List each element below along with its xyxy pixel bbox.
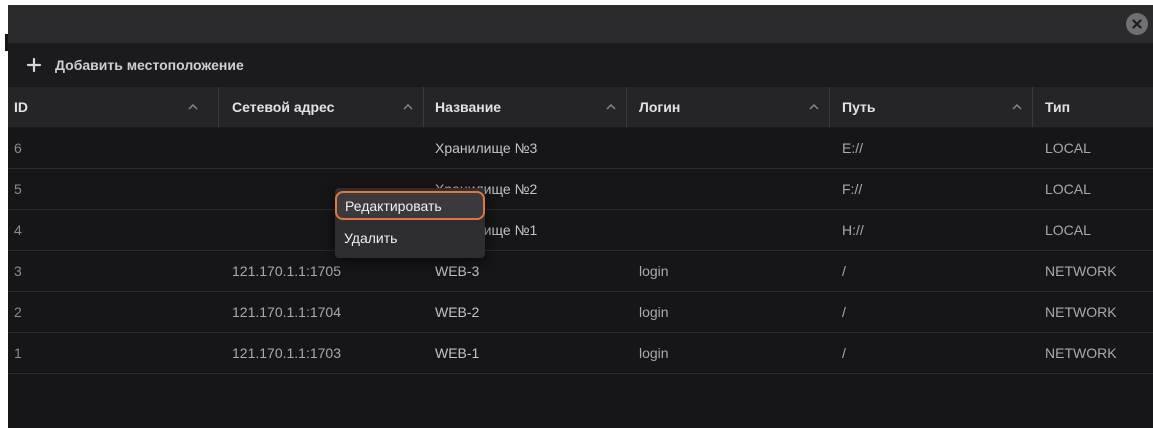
close-button[interactable] — [1126, 13, 1148, 35]
cell-name: Хранилище №3 — [435, 140, 538, 156]
cell-address: 121.170.1.1:1705 — [232, 263, 341, 279]
cell-address: 121.170.1.1:1703 — [232, 345, 341, 361]
column-header-address[interactable]: Сетевой адрес — [219, 87, 423, 127]
column-header-login[interactable]: Логин — [627, 87, 829, 127]
table-row[interactable]: 2 121.170.1.1:1704 WEB-2 login / NETWORK — [8, 292, 1153, 333]
add-location-label: Добавить местоположение — [55, 57, 244, 73]
cell-id: 3 — [14, 263, 22, 279]
cell-login: login — [639, 263, 669, 279]
locations-table: ID Сетевой адрес Название Логин Путь Тип… — [8, 87, 1153, 374]
table-row[interactable]: 3 121.170.1.1:1705 WEB-3 login / NETWORK — [8, 251, 1153, 292]
column-header-label: Тип — [1045, 99, 1071, 115]
cell-type: NETWORK — [1045, 263, 1117, 279]
plus-icon — [26, 57, 42, 73]
locations-dialog: Добавить местоположение ID Сетевой адрес… — [8, 5, 1153, 428]
table-row[interactable]: 6 Хранилище №3 E:// LOCAL — [8, 128, 1153, 169]
table-row[interactable]: 1 121.170.1.1:1703 WEB-1 login / NETWORK — [8, 333, 1153, 374]
close-icon — [1132, 19, 1142, 29]
column-header-type[interactable]: Тип — [1033, 87, 1153, 127]
cell-path: / — [842, 263, 846, 279]
chevron-up-icon — [809, 104, 819, 110]
cell-id: 2 — [14, 304, 22, 320]
cell-path: H:// — [842, 222, 864, 238]
cell-path: F:// — [842, 181, 863, 197]
menu-item-delete[interactable]: Удалить — [335, 223, 485, 253]
add-location-button[interactable]: Добавить местоположение — [26, 43, 244, 87]
cell-login: login — [639, 304, 669, 320]
toolbar: Добавить местоположение — [8, 43, 1153, 87]
cell-path: E:// — [842, 140, 864, 156]
cell-id: 4 — [14, 222, 22, 238]
cell-login: login — [639, 345, 669, 361]
cell-id: 5 — [14, 181, 22, 197]
chevron-up-icon — [403, 104, 413, 110]
cell-type: LOCAL — [1045, 140, 1091, 156]
menu-item-edit[interactable]: Редактировать — [335, 191, 485, 220]
chevron-up-icon — [1012, 104, 1022, 110]
chevron-up-icon — [188, 104, 198, 110]
cell-path: / — [842, 304, 846, 320]
column-header-label: Путь — [842, 99, 876, 115]
cell-name: WEB-2 — [435, 304, 480, 320]
table-row[interactable]: 4 Хранилище №1 H:// LOCAL — [8, 210, 1153, 251]
column-header-label: ID — [14, 99, 28, 115]
cell-type: LOCAL — [1045, 181, 1091, 197]
cell-name: WEB-1 — [435, 345, 480, 361]
column-header-name[interactable]: Название — [424, 87, 626, 127]
column-header-label: Логин — [639, 99, 681, 115]
table-header: ID Сетевой адрес Название Логин Путь Тип — [8, 87, 1153, 128]
cell-id: 1 — [14, 345, 22, 361]
cell-path: / — [842, 345, 846, 361]
column-header-path[interactable]: Путь — [830, 87, 1032, 127]
dialog-titlebar — [8, 5, 1153, 43]
cell-type: NETWORK — [1045, 304, 1117, 320]
column-header-id[interactable]: ID — [8, 87, 218, 127]
cell-type: NETWORK — [1045, 345, 1117, 361]
column-header-label: Название — [435, 99, 502, 115]
cell-type: LOCAL — [1045, 222, 1091, 238]
chevron-up-icon — [606, 104, 616, 110]
cell-address: 121.170.1.1:1704 — [232, 304, 341, 320]
table-row[interactable]: 5 Хранилище №2 F:// LOCAL — [8, 169, 1153, 210]
context-menu: Редактировать Удалить — [335, 188, 485, 258]
column-header-label: Сетевой адрес — [232, 99, 335, 115]
cell-id: 6 — [14, 140, 22, 156]
